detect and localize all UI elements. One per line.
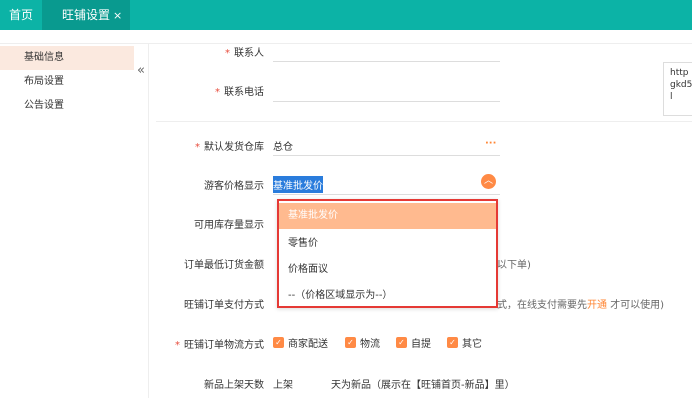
pay-label: 旺铺订单支付方式 <box>184 300 264 311</box>
contact-input[interactable] <box>273 61 500 62</box>
collapse-sidebar-icon[interactable]: « <box>134 60 148 82</box>
open-link[interactable]: 开通 <box>587 300 607 311</box>
new-days-prefix: 上架 <box>273 380 293 391</box>
address-textarea[interactable]: http gkd5 l <box>663 62 692 116</box>
logistics-label: * 旺铺订单物流方式 <box>175 340 264 351</box>
tab-shop-settings[interactable]: 旺铺设置 × <box>42 0 130 30</box>
phone-input[interactable] <box>273 101 500 102</box>
new-days-label: 新品上架天数 <box>204 380 264 391</box>
price-dropdown: 基准批发价 零售价 价格面议 --（价格区域显示为--） <box>277 199 498 308</box>
chevron-up-icon[interactable]: ︿ <box>481 174 496 189</box>
tab-home[interactable]: 首页 <box>0 0 42 30</box>
required-mark: * <box>215 87 220 98</box>
option-retail[interactable]: 零售价 <box>279 231 496 257</box>
pay-hint: 式，在线支付需要先开通 才可以使用) <box>497 300 665 311</box>
sub-header <box>0 30 692 44</box>
new-days-suffix: 天为新品（展示在【旺铺首页-新品】里） <box>331 380 515 391</box>
option-dash[interactable]: --（价格区域显示为--） <box>279 283 496 309</box>
stock-label: 可用库存量显示 <box>194 220 264 231</box>
check-icon: ✓ <box>447 337 458 348</box>
close-icon[interactable]: × <box>113 9 122 22</box>
checkbox-logistics[interactable]: ✓ 物流 <box>345 335 380 350</box>
checkbox-self-pickup[interactable]: ✓ 自提 <box>396 335 431 350</box>
guest-price-underline <box>273 194 500 195</box>
min-order-hint: 以下单) <box>497 260 531 271</box>
section-divider <box>156 121 692 122</box>
check-icon: ✓ <box>345 337 356 348</box>
required-mark: * <box>195 142 200 153</box>
tab-bar: 首页 旺铺设置 × <box>0 0 692 30</box>
contact-label: * 联系人 <box>225 48 264 59</box>
required-mark: * <box>175 340 180 351</box>
checkbox-merchant-delivery[interactable]: ✓ 商家配送 <box>273 335 328 350</box>
warehouse-underline <box>273 155 500 156</box>
guest-price-select[interactable]: 基准批发价 <box>273 176 323 193</box>
guest-price-label: 游客价格显示 <box>204 181 264 192</box>
warehouse-label: * 默认发货仓库 <box>195 142 264 153</box>
checkbox-other[interactable]: ✓ 其它 <box>447 335 482 350</box>
option-base-wholesale[interactable]: 基准批发价 <box>279 203 496 229</box>
check-icon: ✓ <box>273 337 284 348</box>
new-days-input[interactable] <box>300 372 326 390</box>
more-icon[interactable]: ··· <box>485 138 496 149</box>
check-icon: ✓ <box>396 337 407 348</box>
tab-shop-settings-label: 旺铺设置 <box>62 8 111 22</box>
min-order-label: 订单最低订货金额 <box>184 260 264 271</box>
required-mark: * <box>225 48 230 59</box>
warehouse-value[interactable]: 总仓 <box>273 138 293 153</box>
phone-label: * 联系电话 <box>215 87 264 98</box>
option-negotiable[interactable]: 价格面议 <box>279 257 496 283</box>
